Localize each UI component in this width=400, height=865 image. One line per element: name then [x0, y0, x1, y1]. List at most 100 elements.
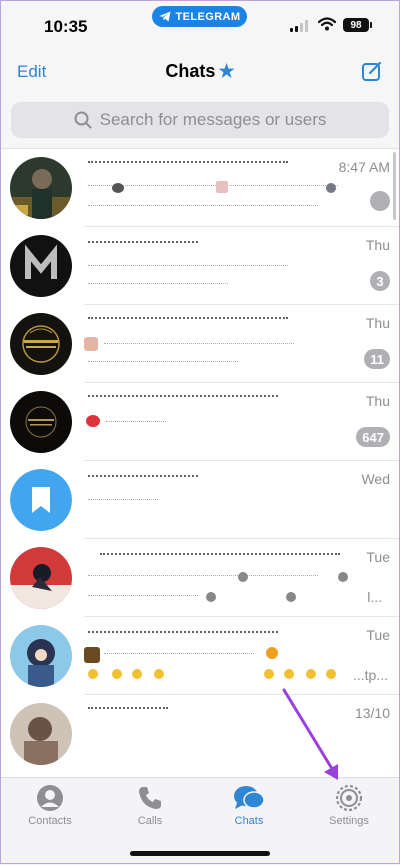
tab-label: Contacts: [28, 815, 72, 827]
media-thumb: [84, 647, 100, 663]
telegram-pill-label: TELEGRAM: [175, 10, 241, 23]
chat-name-redacted: [88, 707, 168, 713]
battery-indicator: 98: [343, 18, 372, 32]
preview-ellipsis: ...tp...: [352, 667, 388, 683]
chat-time: 13/10: [354, 705, 390, 721]
emoji: [132, 669, 142, 679]
unread-badge: 11: [364, 349, 390, 369]
chat-name-redacted: [88, 317, 288, 323]
signal-icon: [290, 20, 308, 32]
tab-contacts[interactable]: Contacts: [10, 784, 90, 827]
chat-row[interactable]: Wed: [0, 461, 400, 539]
chat-preview-redacted: [88, 265, 288, 270]
chat-time: 8:47 AM: [338, 159, 390, 175]
person-icon: [37, 785, 63, 811]
media-thumb: [286, 592, 296, 602]
chat-time: Thu: [365, 237, 390, 253]
avatar: [10, 469, 72, 531]
emoji: [154, 669, 164, 679]
compose-icon[interactable]: [360, 59, 384, 83]
status-time: 10:35: [44, 17, 88, 36]
emoji: [112, 669, 122, 679]
chat-row[interactable]: Thu 11: [0, 305, 400, 383]
chat-preview-redacted: [88, 185, 338, 190]
media-thumb: [84, 337, 98, 351]
search-icon: [74, 111, 92, 129]
chat-name-redacted: [88, 475, 198, 481]
star-icon[interactable]: ★: [218, 61, 234, 81]
chat-name-redacted: [88, 161, 288, 167]
avatar: [10, 703, 72, 765]
page-title-text: Chats: [165, 61, 216, 81]
tab-label: Calls: [137, 815, 163, 827]
chat-preview-redacted: [88, 595, 198, 600]
chat-time: Tue: [366, 549, 390, 565]
chat-preview-redacted: [104, 653, 254, 658]
avatar: [10, 235, 72, 297]
preview-ellipsis: l...: [367, 589, 382, 605]
chat-name-redacted: [88, 241, 198, 247]
chat-bubbles-icon: [234, 786, 265, 809]
avatar: [10, 547, 72, 609]
search-area: Search for messages or users: [0, 96, 400, 149]
chat-name-redacted: [88, 395, 278, 401]
avatar: [10, 391, 72, 453]
emoji: [326, 669, 336, 679]
chat-preview-redacted: [88, 499, 158, 504]
media-thumb: [216, 181, 228, 193]
wifi-icon: [318, 17, 336, 31]
heart-emoji: [86, 415, 100, 427]
page-title: Chats ★: [0, 61, 400, 82]
media-thumb: [206, 592, 216, 602]
chat-preview-redacted: [88, 283, 228, 288]
tab-settings[interactable]: Settings: [309, 784, 389, 827]
emoji: [88, 669, 98, 679]
chat-preview-redacted: [88, 361, 238, 366]
telegram-pill[interactable]: TELEGRAM: [152, 6, 247, 27]
telegram-plane-icon: [159, 11, 171, 22]
media-thumb: [326, 183, 336, 193]
chat-row[interactable]: Tue ...tp...: [0, 617, 400, 695]
home-indicator: [130, 851, 270, 856]
chat-preview-redacted: [88, 205, 318, 210]
emoji: [266, 647, 278, 659]
unread-badge: [370, 191, 390, 211]
chat-name-redacted: [88, 631, 278, 637]
avatar: [10, 313, 72, 375]
emoji: [306, 669, 316, 679]
media-thumb: [338, 572, 348, 582]
unread-badge: 3: [370, 271, 390, 291]
avatar: [10, 157, 72, 219]
emoji: [284, 669, 294, 679]
tab-label: Chats: [234, 815, 264, 827]
chat-row[interactable]: 13/10: [0, 695, 400, 773]
emoji: [264, 669, 274, 679]
media-thumb: [238, 572, 248, 582]
chat-row[interactable]: Thu 647: [0, 383, 400, 461]
tab-chats[interactable]: Chats: [209, 784, 289, 827]
chat-row[interactable]: Thu 3: [0, 227, 400, 305]
scrollbar[interactable]: [393, 152, 396, 220]
search-input[interactable]: Search for messages or users: [11, 102, 389, 138]
chat-time: Wed: [361, 471, 390, 487]
chat-time: Thu: [365, 315, 390, 331]
chat-preview-redacted: [104, 343, 294, 348]
search-placeholder: Search for messages or users: [99, 110, 327, 129]
chat-preview-redacted: [88, 575, 318, 580]
chat-name-redacted: [100, 553, 340, 559]
chat-row[interactable]: 8:47 AM: [0, 149, 400, 227]
media-thumb: [112, 183, 124, 193]
nav-bar: Edit Chats ★: [0, 50, 400, 96]
status-bar: 10:35 TELEGRAM 98: [0, 0, 400, 50]
tab-label: Settings: [329, 815, 369, 827]
tab-calls[interactable]: Calls: [110, 784, 190, 827]
chat-time: Thu: [365, 393, 390, 409]
chat-preview-redacted: [106, 421, 166, 426]
unread-badge: 647: [356, 427, 390, 447]
chat-time: Tue: [366, 627, 390, 643]
avatar: [10, 625, 72, 687]
gear-icon: [335, 784, 363, 812]
chat-list: 8:47 AM Thu 3 Thu 11 Thu 647 Wed Tue l..…: [0, 149, 400, 777]
phone-icon: [139, 787, 161, 809]
chat-row[interactable]: Tue l...: [0, 539, 400, 617]
